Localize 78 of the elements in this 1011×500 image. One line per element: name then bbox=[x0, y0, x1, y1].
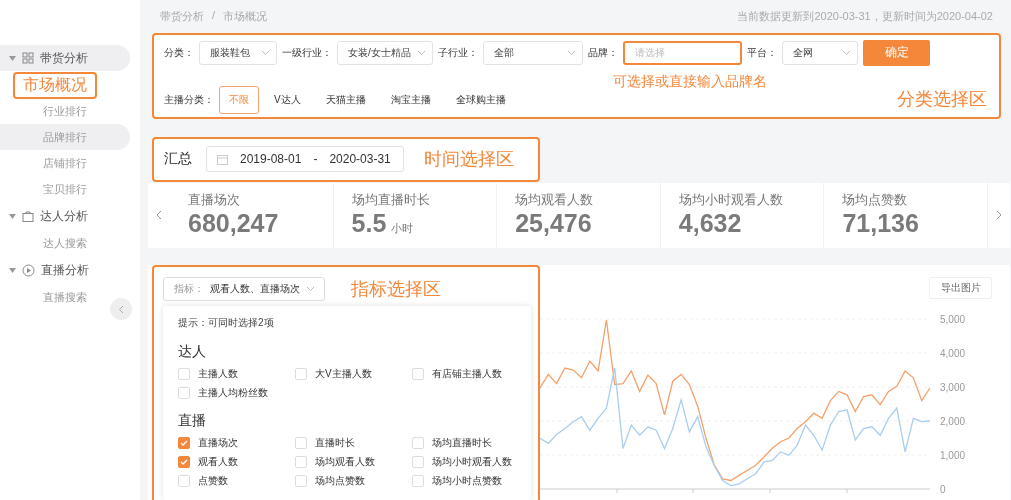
chevron-down-icon bbox=[306, 286, 315, 292]
stat-value: 71,136 bbox=[842, 208, 919, 237]
sidebar-group[interactable]: 直播分析 bbox=[0, 257, 130, 283]
axis-tick-label: 0 bbox=[940, 484, 946, 495]
annotation-label: 分类选择区 bbox=[897, 87, 987, 111]
play-circle-icon bbox=[22, 263, 35, 277]
chevron-down-icon bbox=[567, 49, 576, 56]
chevron-left-icon bbox=[118, 304, 124, 314]
sidebar-group[interactable]: 达人分析 bbox=[0, 203, 130, 229]
section-title: 汇总 bbox=[164, 150, 192, 169]
caret-icon bbox=[9, 213, 16, 219]
checkbox-option[interactable]: 场均观看人数 bbox=[295, 455, 412, 469]
stat-label: 场均直播时长 bbox=[351, 190, 431, 209]
caret-icon bbox=[9, 55, 16, 61]
annotation-note: 可选择或直接输入品牌名 bbox=[613, 72, 767, 91]
tip-text: 提示：可同时选择2项 bbox=[178, 316, 275, 330]
checkbox-option[interactable]: 主播人均粉丝数 bbox=[178, 386, 295, 400]
checkbox[interactable] bbox=[178, 456, 190, 468]
group-title: 直播 bbox=[178, 412, 207, 430]
dropdown-select[interactable]: 全网 bbox=[782, 40, 858, 65]
checkbox-option[interactable]: 大V主播人数 bbox=[295, 367, 412, 381]
field-label: 主播分类： bbox=[164, 92, 214, 107]
next-button[interactable] bbox=[987, 182, 1010, 248]
checkbox-option[interactable]: 观看人数 bbox=[178, 455, 295, 469]
stat-label: 场均小时观看人数 bbox=[678, 190, 784, 209]
collapse-button[interactable] bbox=[110, 298, 132, 320]
dropdown-select[interactable]: 服装鞋包 bbox=[199, 40, 277, 65]
breadcrumb-separator: / bbox=[212, 8, 216, 23]
date-range-field[interactable]: 2019-08-01 - 2020-03-31 bbox=[206, 146, 404, 173]
axis-tick-label: 3,000 bbox=[940, 382, 966, 393]
sidebar-group[interactable]: 带货分析 bbox=[0, 45, 130, 71]
axis-tick-label: 2,000 bbox=[940, 416, 966, 427]
grid-icon bbox=[22, 52, 34, 64]
field-label: 分类： bbox=[164, 45, 194, 60]
stat-unit: 小时 bbox=[391, 221, 414, 234]
checkbox-option[interactable]: 场均小时点赞数 bbox=[412, 474, 529, 488]
group-title: 达人 bbox=[178, 343, 207, 361]
axis-tick-label: 1,000 bbox=[940, 450, 966, 461]
checkbox-option[interactable]: 点赞数 bbox=[178, 474, 295, 488]
chevron-right-icon bbox=[995, 210, 1002, 221]
chevron-down-icon bbox=[261, 49, 270, 56]
stat-value: 680,247 bbox=[188, 208, 279, 237]
annotation-label: 指标选择区 bbox=[351, 278, 441, 301]
chevron-down-icon bbox=[842, 49, 851, 56]
checkbox-option[interactable]: 场均直播时长 bbox=[412, 436, 529, 450]
axis-tick-label: 4,000 bbox=[940, 348, 966, 359]
stat-label: 场均观看人数 bbox=[515, 190, 595, 209]
annotation-label: 时间选择区 bbox=[424, 148, 514, 172]
field-label: 子行业： bbox=[438, 45, 478, 60]
stat-value: 5.5 bbox=[351, 208, 387, 237]
stat-value: 4,632 bbox=[678, 208, 742, 237]
checkbox-option[interactable]: 场均小时观看人数 bbox=[412, 455, 529, 469]
brand-input[interactable]: 请选择 bbox=[623, 40, 742, 65]
caret-icon bbox=[9, 267, 16, 273]
chevron-left-icon bbox=[156, 210, 162, 221]
stat-label: 场均点赞数 bbox=[842, 190, 909, 209]
export-button[interactable]: 导出图片 bbox=[929, 277, 992, 299]
checkbox-option[interactable]: 直播场次 bbox=[178, 436, 295, 450]
bag-icon bbox=[22, 210, 34, 222]
checkbox-option[interactable]: 主播人数 bbox=[178, 367, 295, 381]
chevron-down-icon bbox=[417, 49, 426, 56]
dropdown-select[interactable]: 全部 bbox=[483, 40, 583, 65]
checkbox-option[interactable]: 有店铺主播人数 bbox=[412, 367, 529, 381]
breadcrumb-current: 市场概况 bbox=[223, 8, 268, 24]
field-label: 一级行业： bbox=[282, 45, 332, 60]
update-notice: 当前数据更新到2020-03-31，更新时间为2020-04-02 bbox=[737, 8, 993, 24]
stat-label: 直播场次 bbox=[188, 190, 241, 209]
field-label: 平台： bbox=[747, 45, 777, 60]
indicator-select[interactable]: 指标： 观看人数、直播场次 bbox=[163, 277, 325, 301]
stat-value: 25,476 bbox=[515, 208, 592, 237]
checkbox-option[interactable]: 场均点赞数 bbox=[295, 474, 412, 488]
calendar-icon bbox=[217, 153, 228, 165]
axis-tick-label: 5,000 bbox=[940, 314, 966, 325]
previous-button[interactable] bbox=[148, 182, 170, 248]
dropdown-select[interactable]: 女装/女士精品 bbox=[337, 40, 433, 65]
checkbox[interactable] bbox=[178, 437, 190, 449]
checkbox-option[interactable]: 直播时长 bbox=[295, 436, 412, 450]
field-label: 品牌： bbox=[588, 45, 618, 60]
